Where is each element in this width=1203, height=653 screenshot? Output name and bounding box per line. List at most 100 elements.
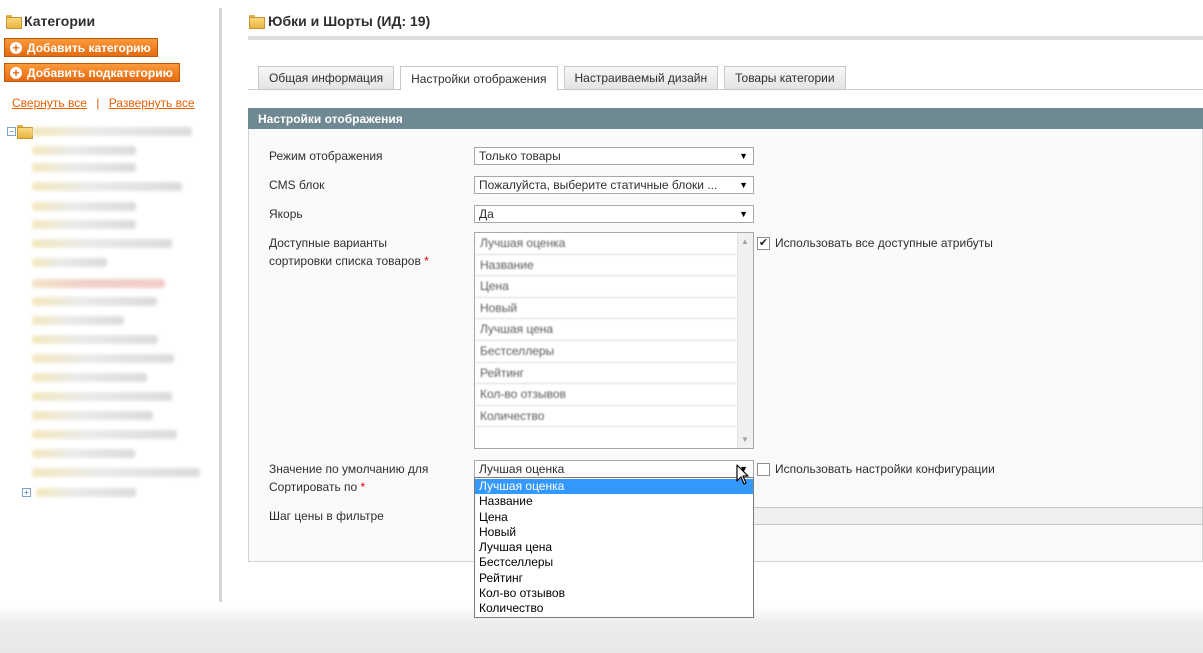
list-item[interactable]: Бестселлеры (475, 341, 737, 363)
list-item[interactable]: Лучшая оценка (475, 233, 737, 255)
dropdown-option[interactable]: Название (475, 494, 753, 509)
tab-category-products[interactable]: Товары категории (724, 66, 846, 89)
page-title-text: Юбки и Шорты (ИД: 19) (268, 13, 431, 29)
triangle-down-icon: ▼ (739, 209, 748, 219)
add-subcategory-button[interactable]: + Добавить подкатегорию (4, 63, 180, 82)
sidebar-title: Категории (6, 13, 95, 29)
list-item[interactable]: Лучшая цена (475, 319, 737, 341)
price-step-input[interactable] (753, 507, 1203, 525)
expand-all-link[interactable]: Развернуть все (109, 96, 195, 110)
display-mode-select[interactable]: Только товары ▼ (474, 147, 754, 165)
cms-block-value: Пожалуйста, выберите статичные блоки ... (479, 178, 718, 192)
sidebar-title-text: Категории (24, 13, 96, 29)
use-config-label: Использовать настройки конфигурации (775, 462, 995, 476)
dropdown-option[interactable]: Лучшая оценка (475, 479, 753, 495)
dropdown-option[interactable]: Лучшая цена (475, 540, 753, 555)
list-item[interactable]: Новый (475, 298, 737, 320)
title-divider (248, 36, 1203, 40)
tree-node[interactable] (32, 392, 172, 401)
dropdown-option[interactable]: Кол-во отзывов (475, 586, 753, 601)
tree-links-separator: | (96, 96, 100, 110)
default-sort-value: Лучшая оценка (479, 462, 565, 476)
add-category-label: Добавить категорию (27, 40, 151, 55)
default-sort-dropdown[interactable]: Лучшая оценка Название Цена Новый Лучшая… (474, 477, 754, 618)
tab-display-settings[interactable]: Настройки отображения (400, 66, 558, 90)
tree-node[interactable] (32, 163, 136, 172)
dropdown-option[interactable]: Рейтинг (475, 571, 753, 586)
sort-options-label-line2: сортировки списка товаров (269, 254, 421, 268)
tree-node[interactable] (32, 239, 172, 248)
use-all-attributes-checkbox[interactable]: ✔ (757, 236, 770, 250)
list-item[interactable]: Название (475, 255, 737, 277)
tree-node[interactable] (32, 202, 136, 211)
plus-circle-icon: + (10, 66, 22, 79)
price-step-label: Шаг цены в фильтре (269, 509, 384, 523)
tree-node[interactable] (32, 297, 157, 306)
triangle-down-icon: ▼ (739, 151, 748, 161)
tree-expand-icon[interactable]: + (22, 488, 31, 497)
tab-bar: Общая информация Настройки отображения Н… (258, 66, 846, 90)
tree-node-root[interactable] (32, 127, 192, 136)
tree-links: Свернуть все | Развернуть все (12, 96, 195, 110)
cms-block-label: CMS блок (269, 178, 325, 192)
tab-general-info[interactable]: Общая информация (258, 66, 395, 89)
dropdown-option[interactable]: Бестселлеры (475, 555, 753, 570)
use-config-checkbox[interactable] (757, 462, 770, 476)
tree-node[interactable] (32, 373, 147, 382)
display-mode-value: Только товары (479, 149, 561, 163)
folder-icon (6, 15, 22, 29)
dropdown-option[interactable]: Новый (475, 525, 753, 540)
tree-node[interactable] (32, 449, 135, 458)
plus-circle-icon: + (10, 41, 22, 54)
scroll-up-icon[interactable]: ▲ (741, 237, 749, 246)
tree-node[interactable] (32, 220, 136, 229)
tab-custom-design[interactable]: Настраиваемый дизайн (563, 66, 719, 89)
triangle-down-icon: ▼ (739, 180, 748, 190)
default-sort-select[interactable]: Лучшая оценка ▼ (474, 460, 754, 478)
list-item[interactable]: Кол-во отзывов (475, 384, 737, 406)
anchor-value: Да (479, 207, 494, 221)
tree-node[interactable] (32, 335, 158, 344)
display-mode-label: Режим отображения (269, 149, 383, 163)
use-all-attributes-row: ✔ Использовать все доступные атрибуты (757, 236, 993, 250)
tree-node-current[interactable] (32, 279, 165, 288)
tree-node[interactable] (32, 430, 177, 439)
tree-collapse-icon[interactable]: − (7, 127, 16, 136)
tree-node[interactable] (36, 488, 136, 497)
list-item[interactable]: Рейтинг (475, 363, 737, 385)
sidebar-divider (219, 8, 222, 602)
required-mark: * (424, 254, 429, 268)
use-config-row: Использовать настройки конфигурации (757, 462, 995, 476)
tree-node[interactable] (32, 316, 124, 325)
folder-icon (17, 125, 33, 139)
section-header: Настройки отображения (248, 108, 1203, 129)
multiselect-scrollbar[interactable]: ▲ ▼ (737, 233, 753, 448)
use-all-attributes-label: Использовать все доступные атрибуты (775, 236, 993, 250)
tree-node[interactable] (32, 146, 136, 155)
default-sort-label-line1: Значение по умолчанию для (269, 462, 429, 476)
category-sidebar: Категории + Добавить категорию + Добавит… (0, 0, 222, 606)
tree-node[interactable] (32, 182, 182, 191)
dropdown-option[interactable]: Количество (475, 601, 753, 616)
scroll-down-icon[interactable]: ▼ (741, 435, 749, 444)
mouse-pointer-icon (736, 464, 749, 485)
list-item[interactable]: Цена (475, 276, 737, 298)
add-category-button[interactable]: + Добавить категорию (4, 38, 158, 57)
sort-options-label-line1: Доступные варианты (269, 236, 388, 250)
tree-node[interactable] (32, 354, 174, 363)
default-sort-label-line2: Сортировать по (269, 480, 358, 494)
anchor-label: Якорь (269, 207, 303, 221)
folder-icon (249, 15, 265, 29)
required-mark: * (360, 480, 366, 494)
collapse-all-link[interactable]: Свернуть все (12, 96, 87, 110)
tree-node[interactable] (32, 411, 153, 420)
page-title: Юбки и Шорты (ИД: 19) (249, 13, 430, 29)
cms-block-select[interactable]: Пожалуйста, выберите статичные блоки ...… (474, 176, 754, 194)
sort-options-label: Доступные варианты сортировки списка тов… (269, 234, 429, 270)
tree-node[interactable] (32, 468, 200, 477)
tree-node[interactable] (32, 258, 107, 267)
dropdown-option[interactable]: Цена (475, 510, 753, 525)
list-item[interactable]: Количество (475, 406, 737, 428)
sort-options-multiselect[interactable]: Лучшая оценка Название Цена Новый Лучшая… (474, 232, 754, 449)
anchor-select[interactable]: Да ▼ (474, 205, 754, 223)
